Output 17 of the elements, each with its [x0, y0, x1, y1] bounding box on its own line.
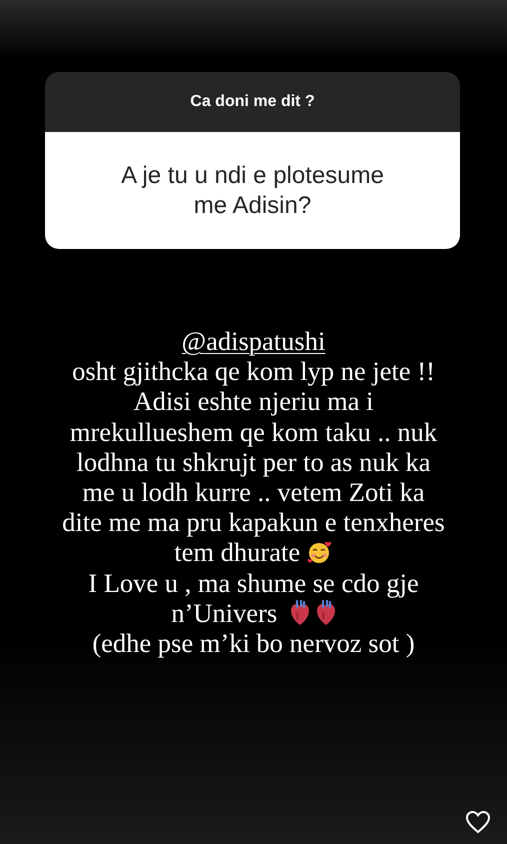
anatomical-heart-icon	[316, 600, 336, 626]
anatomical-heart-icon	[290, 600, 310, 626]
caption-line: I Love u , ma shume se cdo gje	[88, 568, 419, 598]
mention-link[interactable]: @adispatushi	[182, 326, 326, 356]
caption-line: mrekullueshem qe kom taku .. nuk	[70, 416, 438, 447]
caption-line: (edhe pse m’ki bo nervoz sot )	[92, 628, 415, 658]
smiling-face-icon	[306, 540, 333, 564]
caption-line: n’Univers	[171, 598, 278, 628]
caption-line: lodhna tu shkrujt per to as nuk ka	[76, 446, 430, 477]
caption-line: tem dhurate	[174, 537, 300, 568]
like-button[interactable]	[465, 810, 491, 834]
question-answer: A je tu u ndi e plotesume me Adisin?	[121, 160, 384, 220]
caption-line: osht gjithcka qe kom lyp ne jete !!	[72, 356, 435, 386]
question-prompt: Ca doni me dit ?	[190, 93, 315, 111]
caption-line: dite me ma pru kapakun e tenxheres	[62, 507, 445, 538]
caption-line: me u lodh kurre .. vetem Zoti ka	[82, 477, 425, 508]
caption-line: Adisi eshte njeriu ma i	[134, 386, 374, 416]
